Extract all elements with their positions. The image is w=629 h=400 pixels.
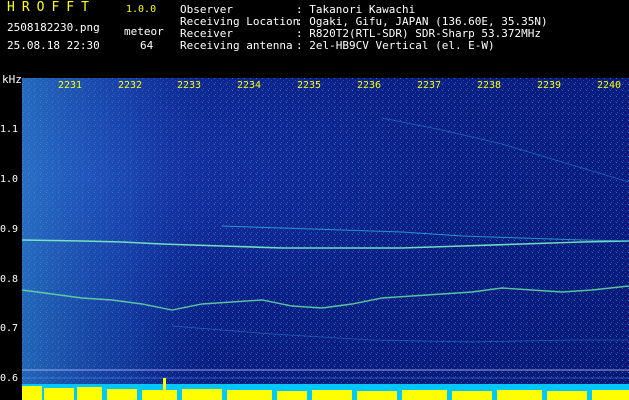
meteor-count: 64 [140, 39, 154, 52]
app-title: HROFFT [7, 0, 96, 15]
x-tick-2238: 2238 [477, 80, 502, 91]
date-time: 25.08.18 22:30 [7, 39, 100, 52]
header-panel: HROFFT 1.0.0 2508182230.png 25.08.18 22:… [0, 0, 629, 72]
x-tick-2235: 2235 [297, 80, 322, 91]
x-tick-2240: 2240 [597, 80, 622, 91]
y-tick-0.7: 0.7 [0, 323, 19, 334]
app-version: 1.0.0 [126, 4, 157, 15]
antenna-label: Receiving antenna [180, 39, 293, 52]
x-tick-2237: 2237 [417, 80, 442, 91]
x-tick-2232: 2232 [118, 80, 143, 91]
y-tick-0.6: 0.6 [0, 373, 19, 384]
meteor-label: meteor [124, 25, 164, 38]
x-tick-2231: 2231 [58, 80, 83, 91]
y-tick-0.9: 0.9 [0, 224, 19, 235]
spectrogram-plot [22, 78, 629, 400]
file-name: 2508182230.png [7, 21, 100, 34]
antenna-value: : 2el-HB9CV Vertical (el. E-W) [296, 39, 495, 52]
y-tick-1.1: 1.1 [0, 124, 19, 135]
y-axis-unit: kHz [2, 73, 22, 86]
spectrogram-canvas [22, 78, 629, 400]
x-tick-2239: 2239 [537, 80, 562, 91]
y-tick-1.0: 1.0 [0, 174, 19, 185]
x-tick-2234: 2234 [237, 80, 262, 91]
x-tick-2236: 2236 [357, 80, 382, 91]
y-tick-0.8: 0.8 [0, 274, 19, 285]
x-tick-2233: 2233 [177, 80, 202, 91]
